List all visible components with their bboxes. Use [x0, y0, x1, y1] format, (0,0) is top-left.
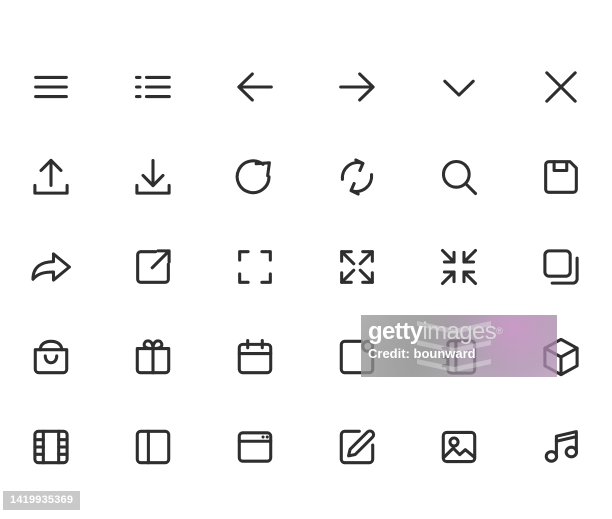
- refresh-icon[interactable]: [218, 140, 292, 214]
- close-icon[interactable]: [524, 50, 598, 124]
- gift-icon[interactable]: [116, 320, 190, 394]
- sidebar-layout-icon[interactable]: [116, 410, 190, 484]
- arrow-right-icon[interactable]: [320, 50, 394, 124]
- copy-icon[interactable]: [524, 230, 598, 304]
- list-bullet-icon[interactable]: [116, 50, 190, 124]
- crop-frame-icon[interactable]: [218, 230, 292, 304]
- external-link-icon[interactable]: [116, 230, 190, 304]
- save-icon[interactable]: [524, 140, 598, 214]
- icon-grid: [0, 0, 612, 519]
- expand-icon[interactable]: [320, 230, 394, 304]
- menu-icon[interactable]: [14, 50, 88, 124]
- cube-icon[interactable]: [524, 320, 598, 394]
- share-icon[interactable]: [14, 230, 88, 304]
- sync-icon[interactable]: [320, 140, 394, 214]
- upload-icon[interactable]: [14, 140, 88, 214]
- chevron-down-icon[interactable]: [422, 50, 496, 124]
- shopping-bag-icon[interactable]: [14, 320, 88, 394]
- image-icon[interactable]: [422, 410, 496, 484]
- asset-id-badge: 1419935369: [3, 491, 81, 510]
- music-note-icon[interactable]: [524, 410, 598, 484]
- arrow-left-icon[interactable]: [218, 50, 292, 124]
- calendar-icon[interactable]: [218, 320, 292, 394]
- notebook-icon[interactable]: [422, 320, 496, 394]
- download-icon[interactable]: [116, 140, 190, 214]
- collapse-icon[interactable]: [422, 230, 496, 304]
- sticker-icon[interactable]: [320, 320, 394, 394]
- edit-icon[interactable]: [320, 410, 394, 484]
- search-icon[interactable]: [422, 140, 496, 214]
- film-strip-icon[interactable]: [14, 410, 88, 484]
- browser-window-icon[interactable]: [218, 410, 292, 484]
